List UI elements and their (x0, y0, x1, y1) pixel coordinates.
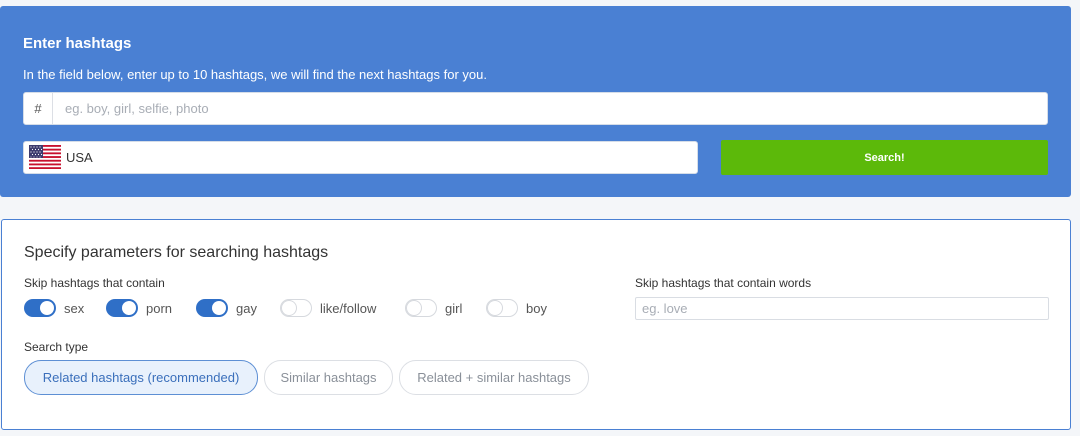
skip-hashtags-label: Skip hashtags that contain (24, 276, 165, 290)
skip-words-label: Skip hashtags that contain words (635, 276, 812, 290)
panel-title: Enter hashtags (23, 35, 132, 52)
hashtag-input-group: # (23, 92, 1048, 125)
hash-prefix: # (24, 93, 53, 124)
toggle-label: sex (64, 300, 85, 316)
us-flag-icon (29, 145, 61, 169)
toggle-switch[interactable] (486, 299, 518, 317)
toggle-sex[interactable]: sex (24, 296, 84, 320)
toggle-switch[interactable] (196, 299, 228, 317)
toggle-switch[interactable] (24, 299, 56, 317)
toggle-porn[interactable]: porn (106, 296, 172, 320)
toggle-label: girl (445, 300, 463, 316)
skip-words-input[interactable] (635, 297, 1049, 320)
toggle-like-follow[interactable]: like/follow (280, 296, 376, 320)
country-label: USA (66, 150, 93, 165)
toggle-switch[interactable] (106, 299, 138, 317)
search-type-related-similar[interactable]: Related + similar hashtags (399, 360, 589, 395)
params-title: Specify parameters for searching hashtag… (24, 244, 329, 261)
hashtag-input[interactable] (54, 93, 1044, 124)
panel-subtitle: In the field below, enter up to 10 hasht… (23, 67, 487, 82)
toggle-label: boy (526, 300, 547, 316)
hashtag-entry-panel: Enter hashtags In the field below, enter… (0, 6, 1071, 197)
toggle-switch[interactable] (405, 299, 437, 317)
toggle-switch[interactable] (280, 299, 312, 317)
search-type-related[interactable]: Related hashtags (recommended) (24, 360, 258, 395)
toggle-girl[interactable]: girl (405, 296, 462, 320)
search-type-label: Search type (24, 340, 89, 354)
toggle-label: porn (146, 300, 173, 316)
toggle-label: like/follow (320, 300, 377, 316)
toggle-gay[interactable]: gay (196, 296, 257, 320)
search-parameters-panel: Specify parameters for searching hashtag… (1, 219, 1071, 430)
search-button[interactable]: Search! (721, 140, 1048, 175)
search-type-similar[interactable]: Similar hashtags (264, 360, 393, 395)
country-select[interactable]: USA (23, 141, 698, 174)
toggle-boy[interactable]: boy (486, 296, 547, 320)
toggle-label: gay (236, 300, 257, 316)
